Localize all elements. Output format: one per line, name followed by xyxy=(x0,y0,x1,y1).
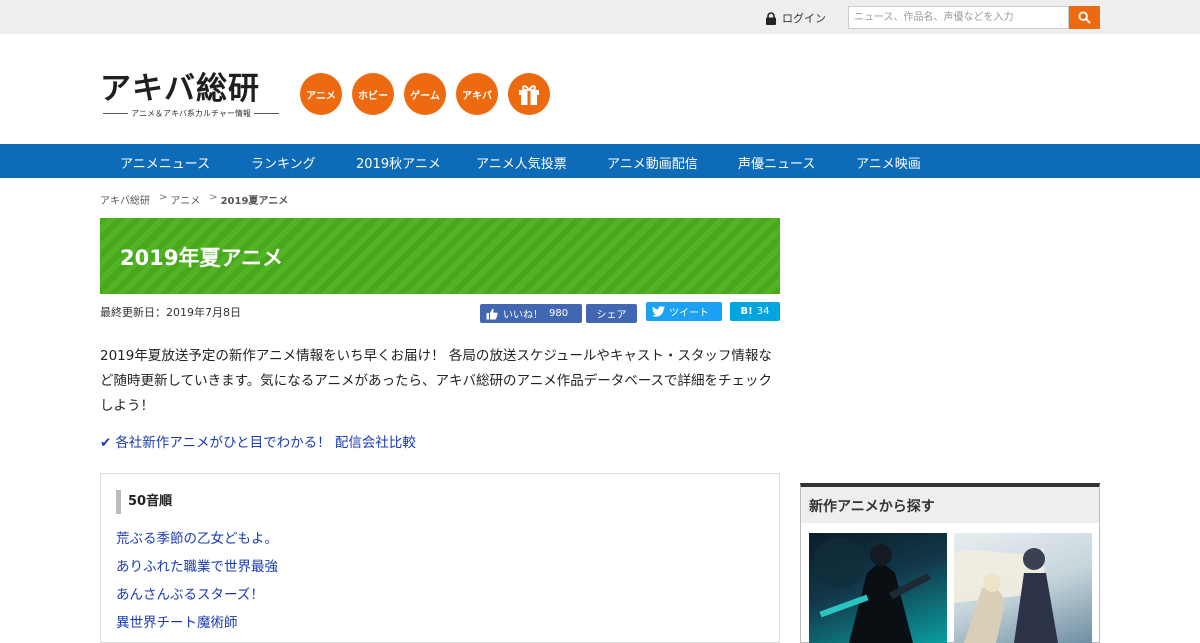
sidebar-heading: 新作アニメから探す xyxy=(801,487,1099,523)
breadcrumb-chevron-icon: > xyxy=(159,192,168,203)
hatena-icon: B! xyxy=(740,306,753,317)
present-button[interactable] xyxy=(508,73,550,115)
anime-key-visual-image xyxy=(954,548,1058,643)
like-label: いいね！ xyxy=(503,310,543,321)
last-updated: 最終更新日：2019年7月8日 xyxy=(100,306,241,319)
category-game-button[interactable]: ゲーム xyxy=(404,73,446,115)
breadcrumb-chevron-icon: > xyxy=(209,192,218,203)
anime-thumbnail[interactable] xyxy=(954,533,1092,643)
nav-anime-movie[interactable]: アニメ映画 xyxy=(856,153,921,172)
login-label: ログイン xyxy=(782,12,826,25)
twitter-bird-icon xyxy=(652,306,665,317)
check-icon: ✔ xyxy=(100,435,112,451)
logo-tagline-text: アニメ＆アキバ系カルチャー情報 xyxy=(131,109,251,118)
gift-icon xyxy=(519,85,539,105)
breadcrumb-current: 2019夏アニメ xyxy=(220,196,289,207)
compare-link-text: 各社新作アニメがひと目でわかる！ 配信会社比較 xyxy=(115,435,416,451)
compare-streaming-link[interactable]: ✔ 各社新作アニメがひと目でわかる！ 配信会社比較 xyxy=(100,431,416,451)
facebook-share-button[interactable]: シェア xyxy=(586,304,637,323)
anime-title-link[interactable]: ありふれた職業で世界最強 xyxy=(116,555,278,575)
nav-voice-actor-news[interactable]: 声優ニュース xyxy=(738,153,815,172)
page-title-banner: 2019年夏アニメ xyxy=(100,218,780,294)
site-logo[interactable]: アキバ総研 アニメ＆アキバ系カルチャー情報 xyxy=(100,72,282,119)
like-count: 980 xyxy=(549,308,569,319)
category-akiba-button[interactable]: アキバ xyxy=(456,73,498,115)
nav-streaming[interactable]: アニメ動画配信 xyxy=(607,153,698,172)
tweet-label: ツイート xyxy=(669,308,709,319)
search-button[interactable] xyxy=(1069,6,1100,29)
thumbs-up-icon xyxy=(486,308,498,319)
hatena-count: 34 xyxy=(756,306,770,317)
logo-tagline: アニメ＆アキバ系カルチャー情報 xyxy=(100,108,282,119)
login-link[interactable]: ログイン xyxy=(765,10,826,26)
category-hobby-button[interactable]: ホビー xyxy=(352,73,394,115)
top-utility-bar: ログイン xyxy=(0,0,1200,34)
nav-ranking[interactable]: ランキング xyxy=(251,153,316,172)
page-title: 2019年夏アニメ xyxy=(120,246,284,270)
search-input[interactable] xyxy=(848,6,1069,29)
nav-anime-news[interactable]: アニメニュース xyxy=(120,153,210,172)
facebook-like-button[interactable]: いいね！ 980 xyxy=(480,304,582,323)
gojuon-list-box: 50音順 荒ぶる季節の乙女どもよ。 ありふれた職業で世界最強 あんさんぶるスター… xyxy=(100,473,780,643)
anime-key-visual-image xyxy=(813,537,931,643)
nav-popularity-vote[interactable]: アニメ人気投票 xyxy=(476,153,567,172)
anime-title-link[interactable]: 荒ぶる季節の乙女どもよ。 xyxy=(116,527,278,547)
new-anime-sidebar: 新作アニメから探す xyxy=(800,483,1100,643)
gojuon-heading: 50音順 xyxy=(116,490,172,514)
lock-icon xyxy=(766,11,776,25)
main-nav: アニメニュース ランキング 2019秋アニメ アニメ人気投票 アニメ動画配信 声… xyxy=(0,144,1200,178)
anime-thumbnail[interactable] xyxy=(809,533,947,643)
nav-2019-autumn[interactable]: 2019秋アニメ xyxy=(356,153,441,172)
logo-main-text: アキバ総研 xyxy=(100,71,260,107)
hatena-bookmark-button[interactable]: B! 34 xyxy=(730,302,780,321)
breadcrumb-home[interactable]: アキバ総研 xyxy=(100,192,150,207)
tweet-button[interactable]: ツイート xyxy=(646,302,722,321)
search-icon xyxy=(1078,11,1091,24)
anime-title-link[interactable]: あんさんぶるスターズ！ xyxy=(116,583,264,603)
breadcrumb: アキバ総研 > アニメ > 2019夏アニメ xyxy=(100,192,288,207)
anime-title-link[interactable]: 異世界チート魔術師 xyxy=(116,611,238,631)
intro-text: 2019年夏放送予定の新作アニメ情報をいち早くお届け！ 各局の放送スケジュールや… xyxy=(100,348,773,414)
breadcrumb-anime[interactable]: アニメ xyxy=(170,192,200,207)
category-anime-button[interactable]: アニメ xyxy=(300,73,342,115)
